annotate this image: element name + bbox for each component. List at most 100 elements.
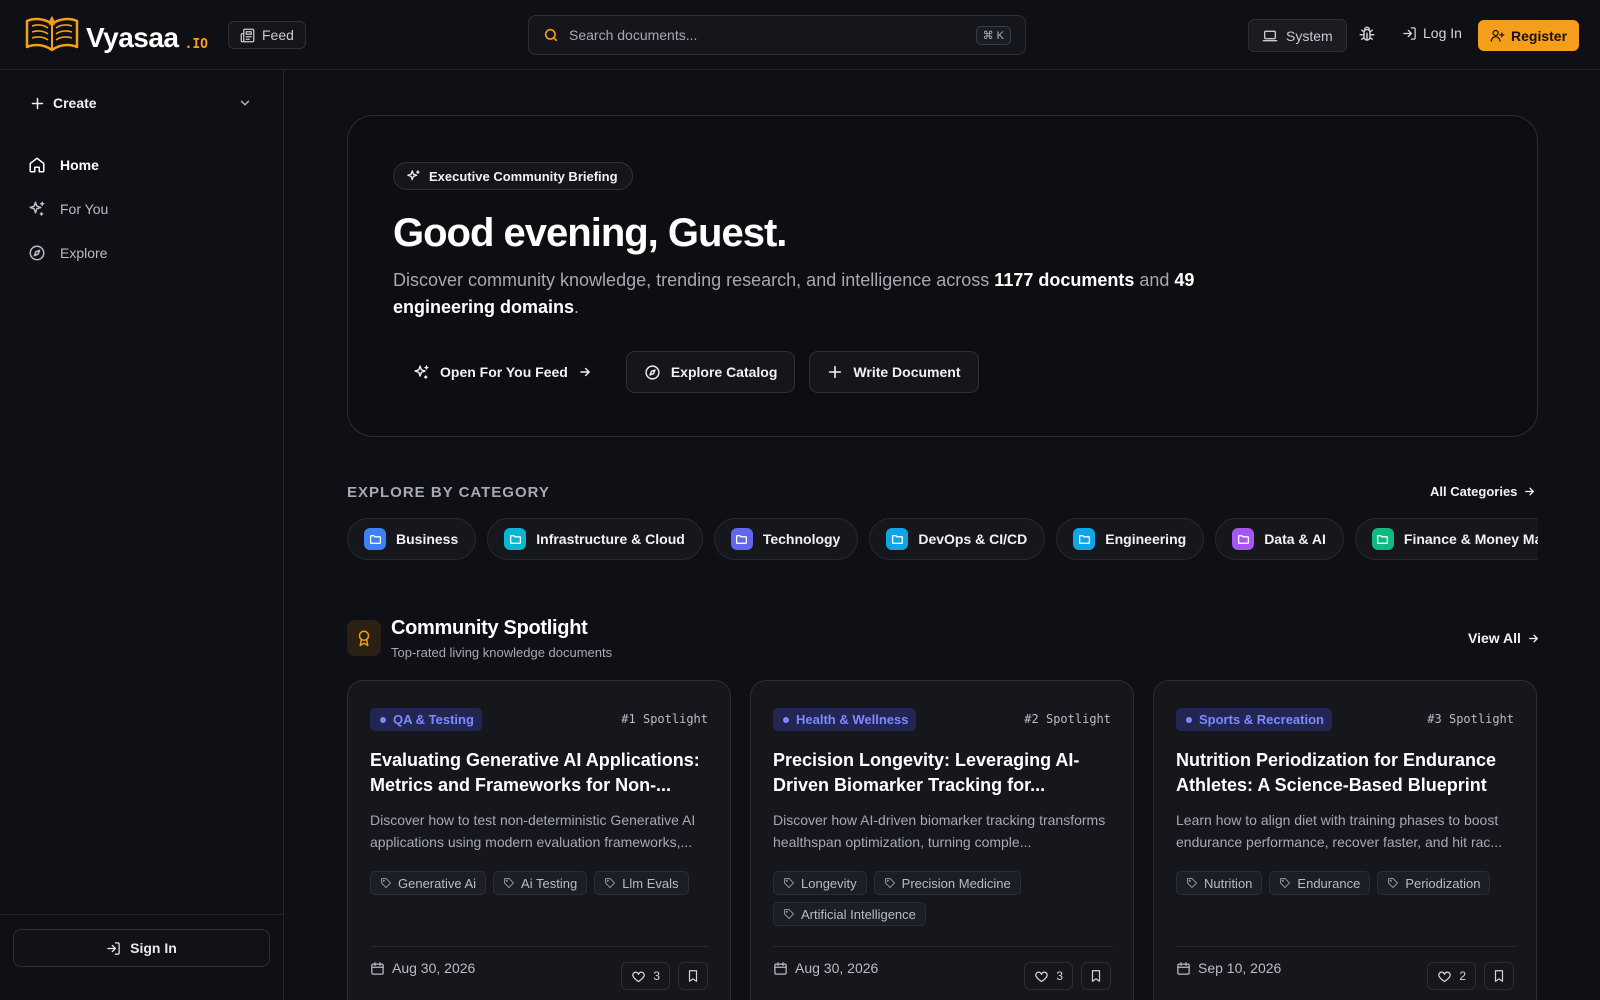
card-title[interactable]: Nutrition Periodization for Endurance At… <box>1176 748 1516 798</box>
plus-icon <box>30 96 45 111</box>
card-title[interactable]: Precision Longevity: Leveraging AI-Drive… <box>773 748 1113 798</box>
category-chip[interactable]: DevOps & CI/CD <box>869 518 1046 560</box>
topic-tag[interactable]: Llm Evals <box>594 871 689 895</box>
bookmark-button[interactable] <box>1081 962 1111 990</box>
topic-tag[interactable]: Ai Testing <box>493 871 588 895</box>
register-label: Register <box>1511 27 1568 44</box>
feed-button[interactable]: Feed <box>228 21 306 49</box>
book-logo-icon <box>24 14 80 54</box>
folder-icon <box>730 528 753 550</box>
spotlight-card[interactable]: Sports & Recreation #3 Spotlight Nutrition… <box>1153 680 1537 1000</box>
folder-icon <box>504 528 527 550</box>
login-icon <box>106 941 121 956</box>
category-chip[interactable]: Infrastructure & Cloud <box>487 518 703 560</box>
bookmark-button[interactable] <box>678 962 708 990</box>
theme-label: System <box>1286 27 1333 44</box>
search-input[interactable]: Search documents... <box>569 27 966 43</box>
category-chip-label: Business <box>396 531 459 547</box>
topic-tag-label: Precision Medicine <box>901 875 1011 891</box>
create-dropdown[interactable]: Create <box>30 95 252 111</box>
category-chip[interactable]: Engineering <box>1056 518 1205 560</box>
search-icon <box>543 27 559 43</box>
topic-tag[interactable]: Generative Ai <box>370 871 487 895</box>
login-link[interactable]: Log In <box>1402 25 1462 41</box>
tag-icon <box>1387 877 1399 889</box>
sidebar-item-for-you[interactable]: For You <box>28 200 108 218</box>
spotlight-subtitle: Top-rated living knowledge documents <box>391 645 613 660</box>
tag-icon <box>503 877 515 889</box>
category-badge[interactable]: Sports & Recreation <box>1176 708 1332 731</box>
brand-logo[interactable]: Vyasaa .IO <box>24 14 208 54</box>
category-chip[interactable]: Technology <box>713 518 859 560</box>
card-tags: Longevity Precision Medicine Artificial In… <box>773 871 1118 926</box>
like-button[interactable]: 3 <box>621 962 670 990</box>
topic-tag[interactable]: Artificial Intelligence <box>773 902 926 926</box>
folder-icon <box>886 528 909 550</box>
topic-tag-label: Endurance <box>1297 875 1361 891</box>
like-button[interactable]: 2 <box>1427 962 1476 990</box>
briefing-badge: Executive Community Briefing <box>393 162 633 190</box>
category-badge[interactable]: Health & Wellness <box>773 708 917 731</box>
search-bar[interactable]: Search documents... ⌘ K <box>528 15 1026 55</box>
card-date-label: Sep 10, 2026 <box>1198 960 1282 976</box>
topic-tag[interactable]: Endurance <box>1269 871 1371 895</box>
category-badge-label: Sports & Recreation <box>1199 712 1324 727</box>
card-date-label: Aug 30, 2026 <box>392 960 476 976</box>
register-button[interactable]: Register <box>1478 20 1580 51</box>
sidebar-item-label: Home <box>60 157 99 173</box>
chevron-down-icon <box>238 96 252 110</box>
sidebar-footer: Sign In <box>0 914 283 1000</box>
spotlight-card[interactable]: QA & Testing #1 Spotlight Evaluating Gener… <box>347 680 731 1000</box>
category-chip-label: Finance & Money Management <box>1403 531 1538 547</box>
topic-tag-label: Nutrition <box>1204 875 1253 891</box>
card-description: Discover how AI-driven biomarker trackin… <box>773 812 1106 850</box>
login-label: Log In <box>1423 25 1462 41</box>
heart-icon <box>631 969 646 984</box>
tag-icon <box>604 877 616 889</box>
card-title[interactable]: Evaluating Generative AI Applications: M… <box>370 748 710 798</box>
topic-tag[interactable]: Periodization <box>1377 871 1491 895</box>
lead-prefix: Discover community knowledge, trending r… <box>393 270 995 290</box>
award-icon <box>347 620 381 656</box>
tag-icon <box>884 877 896 889</box>
category-chip[interactable]: Data & AI <box>1215 518 1344 560</box>
write-document-label: Write Document <box>853 364 961 380</box>
brand-name: Vyasaa <box>86 22 179 53</box>
login-icon <box>1402 26 1417 41</box>
explore-catalog-button[interactable]: Explore Catalog <box>625 351 796 393</box>
tag-icon <box>783 908 795 920</box>
sign-in-button[interactable]: Sign In <box>13 929 270 967</box>
topic-tag[interactable]: Longevity <box>773 871 867 895</box>
like-button[interactable]: 3 <box>1024 962 1073 990</box>
sidebar-item-label: For You <box>60 201 109 217</box>
bug-report-icon[interactable] <box>1358 25 1376 43</box>
all-categories-link[interactable]: All Categories <box>1430 484 1536 499</box>
topic-tag[interactable]: Precision Medicine <box>873 871 1021 895</box>
topic-tag[interactable]: Nutrition <box>1176 871 1263 895</box>
sparkles-icon <box>413 364 430 381</box>
tag-icon <box>783 877 795 889</box>
like-count: 3 <box>1056 969 1063 983</box>
category-badge[interactable]: QA & Testing <box>370 708 482 731</box>
view-all-link[interactable]: View All <box>1468 630 1540 646</box>
theme-toggle-button[interactable]: System <box>1248 19 1347 52</box>
sidebar-item-explore[interactable]: Explore <box>28 244 107 262</box>
folder-icon <box>1371 528 1394 550</box>
newspaper-icon <box>240 28 255 43</box>
open-feed-label: Open For You Feed <box>440 364 568 380</box>
card-divider <box>1176 946 1516 947</box>
category-chip[interactable]: Business <box>347 518 477 560</box>
topic-tag-label: Periodization <box>1405 875 1481 891</box>
user-plus-icon <box>1490 28 1505 43</box>
category-chip[interactable]: Finance & Money Management <box>1354 518 1538 560</box>
sidebar-item-home[interactable]: Home <box>28 156 99 174</box>
plus-icon <box>827 364 843 380</box>
write-document-button[interactable]: Write Document <box>809 351 979 393</box>
open-feed-button[interactable]: Open For You Feed <box>393 351 612 393</box>
briefing-badge-label: Executive Community Briefing <box>429 168 618 184</box>
category-badge-label: QA & Testing <box>393 712 474 727</box>
bookmark-button[interactable] <box>1484 962 1514 990</box>
hero-actions: Open For You Feed Explore Catalog Write … <box>393 351 979 393</box>
spotlight-card[interactable]: Health & Wellness #2 Spotlight Precision L… <box>750 680 1134 1000</box>
category-dot <box>783 716 789 723</box>
